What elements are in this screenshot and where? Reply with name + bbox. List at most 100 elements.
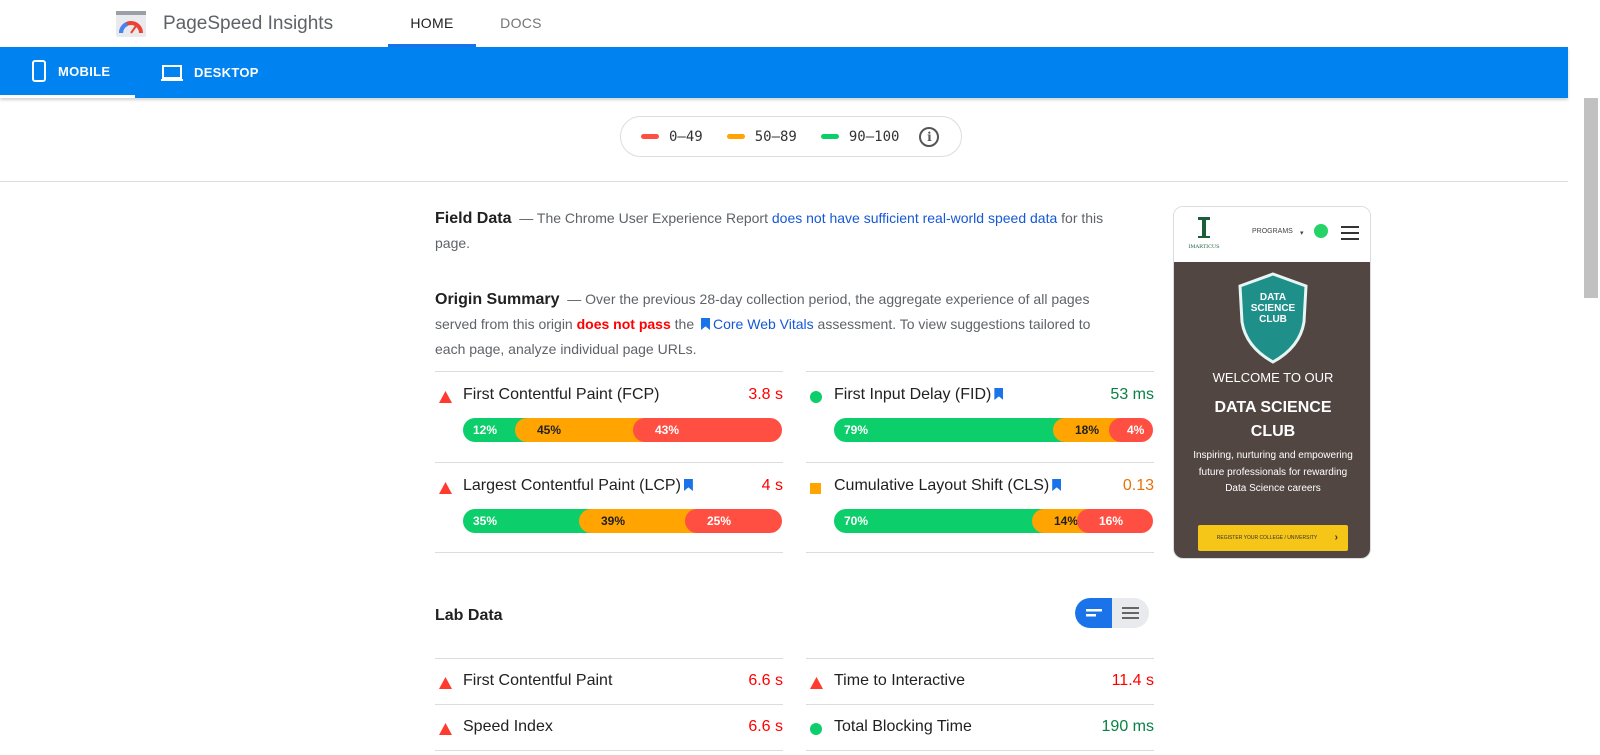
origin-summary-title: Origin Summary (435, 291, 560, 308)
summary-lines-icon (1086, 609, 1102, 617)
summary-view-button[interactable] (1075, 598, 1112, 628)
metric-cls-name[interactable]: Cumulative Layout Shift (CLS) (834, 477, 1064, 495)
lab-metric-tbt: Total Blocking Time 190 ms (806, 704, 1154, 750)
origin-summary-section: Origin Summary — Over the previous 28-da… (435, 287, 1105, 362)
average-square-icon (810, 483, 821, 494)
legend-average-label: 50–89 (754, 128, 797, 145)
lab-metric-fcp-value: 6.6 s (748, 672, 783, 689)
field-data-link[interactable]: does not have sufficient real-world spee… (772, 210, 1057, 226)
laptop-icon (161, 64, 183, 81)
core-web-vitals-link[interactable]: Core Web Vitals (713, 316, 814, 332)
lab-metric-si-name: Speed Index (463, 718, 553, 735)
lcp-good-segment: 35% (463, 509, 591, 533)
legend-item-average: 50–89 (726, 128, 797, 145)
metric-divider (806, 552, 1154, 553)
screenshot-heading: DATA SCIENCE CLUB (1214, 399, 1332, 440)
metric-divider (435, 750, 783, 751)
screenshot-hero: DATA SCIENCE CLUB WELCOME TO OUR DATA SC… (1174, 262, 1370, 558)
metric-cls-name-text: Cumulative Layout Shift (CLS) (834, 477, 1050, 494)
metric-divider (806, 750, 1154, 751)
pagespeed-logo-icon[interactable] (116, 11, 146, 37)
whatsapp-icon (1314, 224, 1328, 238)
lab-metric-tti-value: 11.4 s (1111, 672, 1154, 689)
metric-lcp: Largest Contentful Paint (LCP) 4 s 35% 3… (435, 462, 783, 554)
metric-fcp-name[interactable]: First Contentful Paint (FCP) (463, 386, 660, 404)
metric-cls-value: 0.13 (1122, 477, 1154, 494)
cls-poor-segment: 16% (1077, 509, 1153, 533)
screenshot-menu-label: PROGRAMS (1252, 228, 1293, 235)
screenshot-cta-label: REGISTER YOUR COLLEGE / UNIVERSITY (1216, 535, 1318, 541)
legend-poor-swatch (641, 134, 659, 139)
scrollbar-thumb[interactable] (1584, 98, 1598, 298)
legend-average-swatch (726, 134, 745, 139)
metric-divider (435, 552, 783, 553)
brand-title[interactable]: PageSpeed Insights (163, 13, 333, 35)
lcp-poor-segment: 25% (685, 509, 782, 533)
tab-desktop-label: DESKTOP (194, 65, 259, 80)
slow-triangle-icon (439, 723, 452, 735)
metric-cls-distribution: 70% 14% 16% (834, 509, 1153, 533)
lab-metric-fcp-name: First Contentful Paint (463, 672, 613, 689)
metric-cls: Cumulative Layout Shift (CLS) 0.13 70% 1… (806, 462, 1154, 554)
lab-metric-tbt-value: 190 ms (1101, 718, 1154, 735)
slow-triangle-icon (439, 677, 452, 689)
lab-metric-tti-name: Time to Interactive (834, 672, 966, 689)
screenshot-body: Inspiring, nurturing and empowering futu… (1193, 450, 1353, 494)
site-logo-icon: IMARTICUS (1188, 217, 1220, 250)
field-data-section: Field Data — The Chrome User Experience … (435, 206, 1105, 256)
tab-mobile[interactable]: MOBILE (0, 47, 135, 98)
screenshot-header: IMARTICUS PROGRAMS ▾ (1174, 207, 1370, 262)
fid-good-segment: 79% (834, 418, 1065, 442)
bookmark-icon (701, 318, 710, 330)
fcp-poor-segment: 43% (633, 418, 782, 442)
section-divider (0, 181, 1568, 182)
field-data-text: — The Chrome User Experience Report (519, 210, 772, 226)
metric-lcp-name-text: Largest Contentful Paint (LCP) (463, 477, 681, 494)
screenshot-cta-button: REGISTER YOUR COLLEGE / UNIVERSITY › (1198, 525, 1348, 551)
dropdown-caret-icon: ▾ (1300, 230, 1304, 237)
metric-fcp: First Contentful Paint (FCP) 3.8 s 12% 4… (435, 371, 783, 463)
tab-docs[interactable]: DOCS (478, 0, 564, 47)
score-legend: 0–49 50–89 90–100 i (620, 116, 962, 157)
info-icon[interactable]: i (919, 126, 940, 147)
screenshot-badge-text: DATA SCIENCE CLUB (1250, 292, 1296, 325)
legend-item-poor: 0–49 (641, 129, 703, 145)
slow-triangle-icon (439, 391, 452, 403)
tab-desktop[interactable]: DESKTOP (160, 47, 280, 98)
view-toggle[interactable] (1075, 598, 1149, 628)
origin-summary-status: does not pass (576, 316, 671, 332)
slow-triangle-icon (810, 677, 823, 689)
cls-good-segment: 70% (834, 509, 1044, 533)
lab-metric-si-value: 6.6 s (748, 718, 783, 735)
metric-fid-name[interactable]: First Input Delay (FID) (834, 386, 1006, 404)
lab-data-title: Lab Data (435, 607, 503, 624)
fast-circle-icon (810, 723, 822, 735)
metric-fid-value: 53 ms (1110, 386, 1154, 403)
metric-lcp-name[interactable]: Largest Contentful Paint (LCP) (463, 477, 696, 495)
metric-lcp-value: 4 s (761, 477, 783, 494)
fid-poor-segment: 4% (1109, 418, 1153, 442)
page-screenshot: IMARTICUS PROGRAMS ▾ DATA SCIENCE CLUB W… (1173, 206, 1371, 559)
legend-item-good: 90–100 (820, 128, 900, 145)
metric-lcp-distribution: 35% 39% 25% (463, 509, 782, 533)
hamburger-menu-icon (1341, 226, 1359, 240)
svg-text:IMARTICUS: IMARTICUS (1188, 244, 1220, 250)
fast-circle-icon (810, 391, 822, 403)
lab-metric-fcp: First Contentful Paint 6.6 s (435, 658, 783, 704)
lab-metric-tbt-name: Total Blocking Time (834, 718, 972, 735)
device-tab-bar: MOBILE DESKTOP (0, 47, 1568, 98)
screenshot-welcome: WELCOME TO OUR (1212, 370, 1334, 385)
origin-summary-text-2: the (670, 316, 698, 332)
metric-fid-distribution: 79% 18% 4% (834, 418, 1153, 442)
field-data-title: Field Data (435, 210, 512, 227)
tab-home[interactable]: HOME (388, 0, 476, 47)
metric-fid: First Input Delay (FID) 53 ms 79% 18% 4% (806, 371, 1154, 463)
lcp-average-segment: 39% (579, 509, 697, 533)
metric-fcp-value: 3.8 s (748, 386, 783, 403)
bookmark-icon (1052, 479, 1062, 491)
list-lines-icon[interactable] (1112, 598, 1149, 628)
tab-mobile-label: MOBILE (58, 63, 111, 79)
metric-fcp-distribution: 12% 45% 43% (463, 418, 782, 442)
legend-good-label: 90–100 (848, 128, 900, 145)
bookmark-icon (994, 388, 1004, 400)
